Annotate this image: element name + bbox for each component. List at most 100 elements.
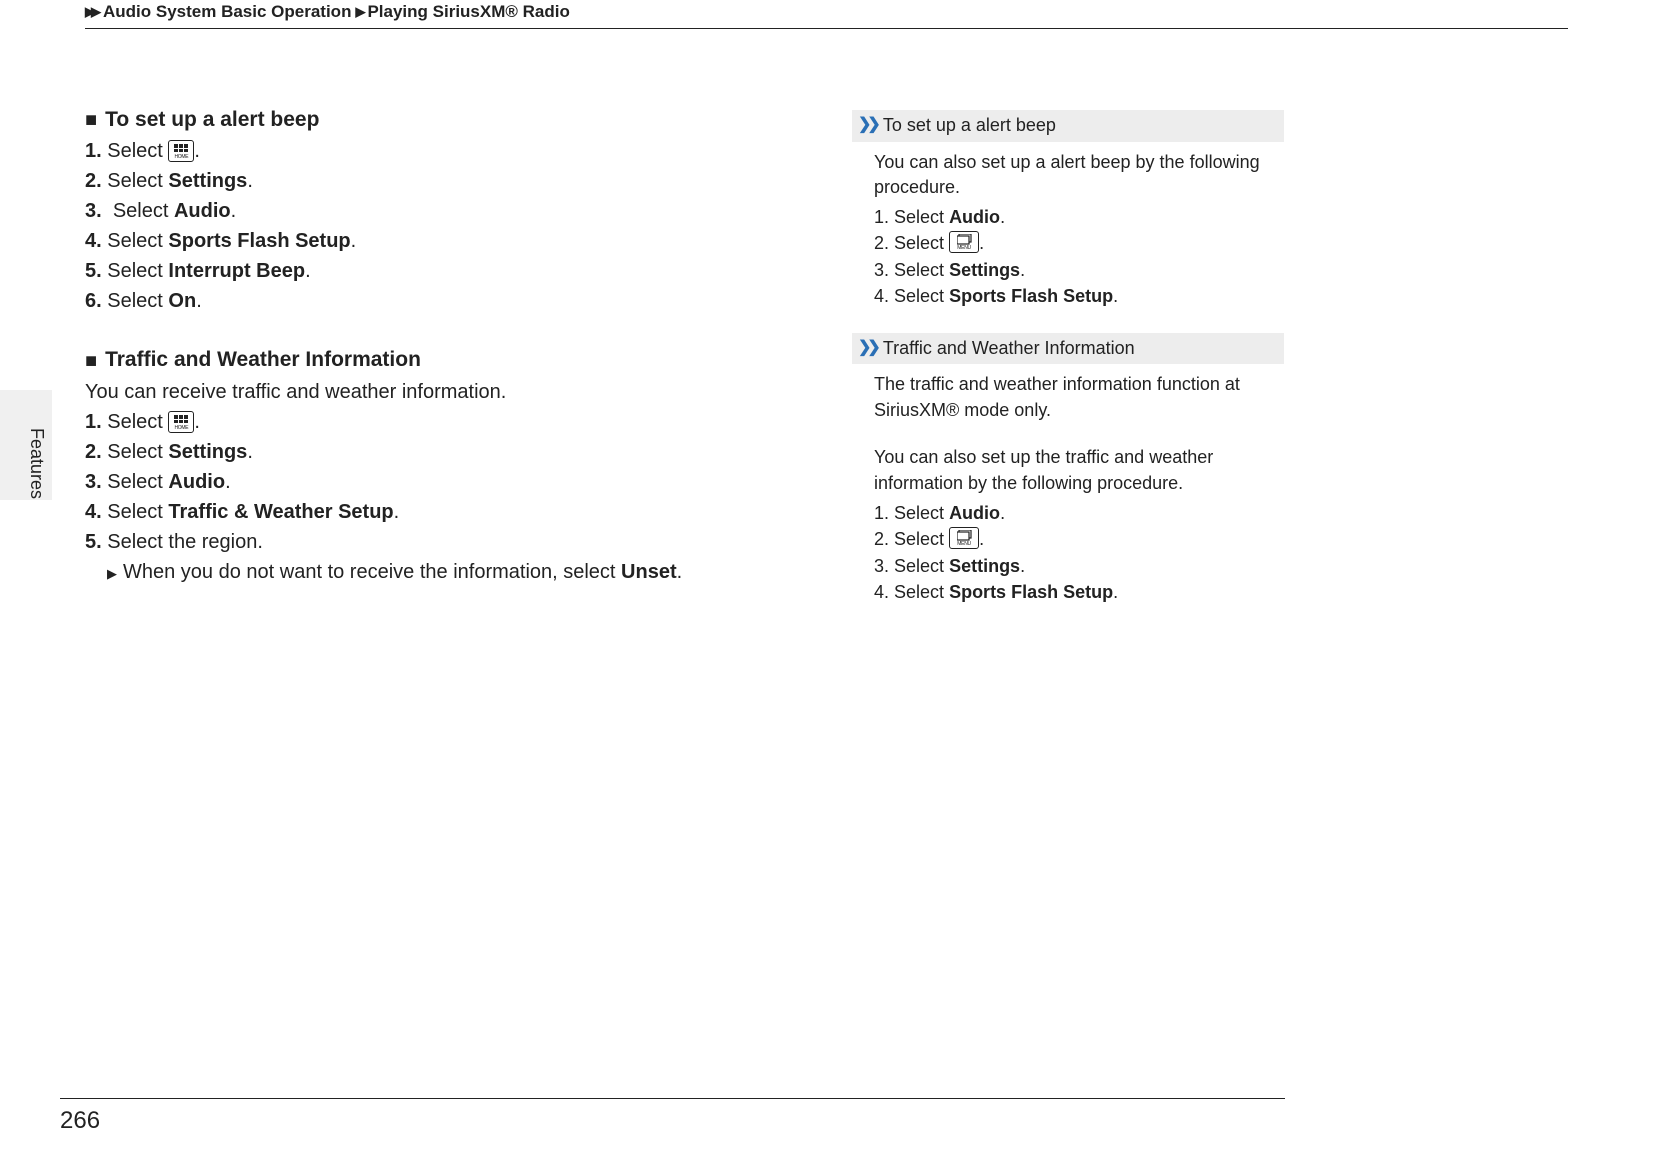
side-note-heading: ❯❯ To set up a alert beep bbox=[852, 110, 1284, 142]
sub-item: ▶When you do not want to receive the inf… bbox=[107, 558, 825, 587]
step-text: . bbox=[196, 290, 202, 312]
step-number: 1. bbox=[85, 140, 102, 162]
list-item: 3. Select Settings. bbox=[874, 554, 1280, 580]
list-item: 6. Select On. bbox=[85, 287, 825, 316]
list-item: 2. Select Settings. bbox=[85, 438, 825, 467]
step-number: 2. bbox=[874, 233, 889, 253]
step-text: Select bbox=[107, 260, 168, 282]
list-item: 4. Select Traffic & Weather Setup. bbox=[85, 498, 825, 527]
menu-icon bbox=[949, 231, 979, 253]
side-note-title: To set up a alert beep bbox=[883, 113, 1056, 139]
step-number: 3. bbox=[874, 260, 889, 280]
step-number: 5. bbox=[85, 260, 102, 282]
step-text: . bbox=[1113, 286, 1118, 306]
list-item: 1. Select Audio. bbox=[874, 205, 1280, 231]
step-number: 4. bbox=[874, 582, 889, 602]
step-number: 6. bbox=[85, 290, 102, 312]
list-item: 1. Select . bbox=[85, 408, 825, 437]
step-text: Select bbox=[894, 286, 949, 306]
step-text: . bbox=[1113, 582, 1118, 602]
header-divider bbox=[85, 28, 1568, 29]
side-note-block: ❯❯ To set up a alert beep You can also s… bbox=[852, 110, 1284, 315]
step-number: 2. bbox=[85, 170, 102, 192]
step-text: . bbox=[1020, 260, 1025, 280]
list-item: 4. Select Sports Flash Setup. bbox=[874, 284, 1280, 310]
step-text: . bbox=[225, 471, 231, 493]
step-text: Select bbox=[107, 441, 168, 463]
step-text: Select bbox=[894, 529, 949, 549]
step-bold: Sports Flash Setup bbox=[949, 286, 1113, 306]
step-number: 5. bbox=[85, 531, 102, 553]
breadcrumb-part2: Playing SiriusXM® Radio bbox=[367, 2, 569, 22]
step-number: 2. bbox=[874, 529, 889, 549]
section-bullet-icon: ■ bbox=[85, 351, 97, 371]
step-number: 2. bbox=[85, 441, 102, 463]
side-note-intro: You can also set up a alert beep by the … bbox=[874, 150, 1280, 201]
step-bold: Settings bbox=[949, 260, 1020, 280]
section-title-alert-beep: ■ To set up a alert beep bbox=[85, 105, 825, 135]
step-text: . bbox=[394, 501, 400, 523]
step-bold: Sports Flash Setup bbox=[949, 582, 1113, 602]
step-text: Select bbox=[894, 503, 949, 523]
step-text: Select the region. bbox=[107, 531, 263, 553]
side-tab-label: Features bbox=[26, 428, 47, 499]
step-bold: Settings bbox=[949, 556, 1020, 576]
step-text: Select bbox=[107, 471, 168, 493]
sub-text: . bbox=[677, 561, 683, 583]
section-title-text: To set up a alert beep bbox=[105, 105, 319, 135]
main-content: ■ To set up a alert beep 1. Select . 2. … bbox=[85, 105, 825, 588]
step-bold: Settings bbox=[168, 170, 247, 192]
step-text: . bbox=[247, 170, 253, 192]
step-text: Select bbox=[107, 170, 168, 192]
step-bold: Audio bbox=[174, 200, 231, 222]
side-note-body: The traffic and weather information func… bbox=[852, 364, 1284, 610]
list-item: 5. Select Interrupt Beep. bbox=[85, 257, 825, 286]
list-item: 3. Select Audio. bbox=[85, 197, 825, 226]
list-item: 2. Select . bbox=[874, 527, 1280, 553]
list-item: 4. Select Sports Flash Setup. bbox=[874, 580, 1280, 606]
step-number: 1. bbox=[874, 503, 889, 523]
step-text: . bbox=[194, 140, 200, 162]
list-item: 3. Select Settings. bbox=[874, 258, 1280, 284]
side-note-block: ❯❯ Traffic and Weather Information The t… bbox=[852, 333, 1284, 611]
menu-icon bbox=[949, 527, 979, 549]
step-bold: Audio bbox=[949, 503, 1000, 523]
section-title-traffic-weather: ■ Traffic and Weather Information bbox=[85, 345, 825, 375]
side-notes: ❯❯ To set up a alert beep You can also s… bbox=[852, 110, 1284, 629]
step-text: . bbox=[1000, 503, 1005, 523]
side-note-body: You can also set up a alert beep by the … bbox=[852, 142, 1284, 315]
side-note-intro: You can also set up the traffic and weat… bbox=[874, 445, 1280, 496]
breadcrumb-arrow-icon: ▶ bbox=[355, 4, 361, 20]
list-item: 3. Select Audio. bbox=[85, 468, 825, 497]
step-text: Select bbox=[107, 501, 168, 523]
step-text: Select bbox=[894, 260, 949, 280]
step-text: Select bbox=[894, 207, 949, 227]
double-arrow-icon: ❯❯ bbox=[858, 114, 877, 137]
sub-text: When you do not want to receive the info… bbox=[123, 561, 621, 583]
step-bold: Audio bbox=[949, 207, 1000, 227]
list-item: 1. Select . bbox=[85, 137, 825, 166]
step-text: . bbox=[1020, 556, 1025, 576]
step-text: Select bbox=[107, 290, 168, 312]
step-text: . bbox=[194, 411, 200, 433]
step-bold: Audio bbox=[168, 471, 225, 493]
step-bold: On bbox=[168, 290, 196, 312]
sub-bold: Unset bbox=[621, 561, 677, 583]
step-number: 3. bbox=[85, 471, 102, 493]
breadcrumb-arrow-icon: ▶▶ bbox=[85, 4, 97, 20]
step-text: Select bbox=[107, 411, 168, 433]
step-bold: Settings bbox=[168, 441, 247, 463]
step-text: . bbox=[305, 260, 311, 282]
section-title-text: Traffic and Weather Information bbox=[105, 345, 421, 375]
home-icon bbox=[168, 140, 194, 162]
step-number: 3. bbox=[85, 200, 102, 222]
page-number: 266 bbox=[60, 1107, 100, 1135]
step-number: 4. bbox=[85, 230, 102, 252]
step-bold: Sports Flash Setup bbox=[168, 230, 350, 252]
step-text: Select bbox=[107, 230, 168, 252]
step-text: . bbox=[247, 441, 253, 463]
step-bold: Interrupt Beep bbox=[168, 260, 305, 282]
double-arrow-icon: ❯❯ bbox=[858, 337, 877, 360]
home-icon bbox=[168, 411, 194, 433]
breadcrumb: ▶▶ Audio System Basic Operation ▶ Playin… bbox=[85, 0, 1568, 22]
